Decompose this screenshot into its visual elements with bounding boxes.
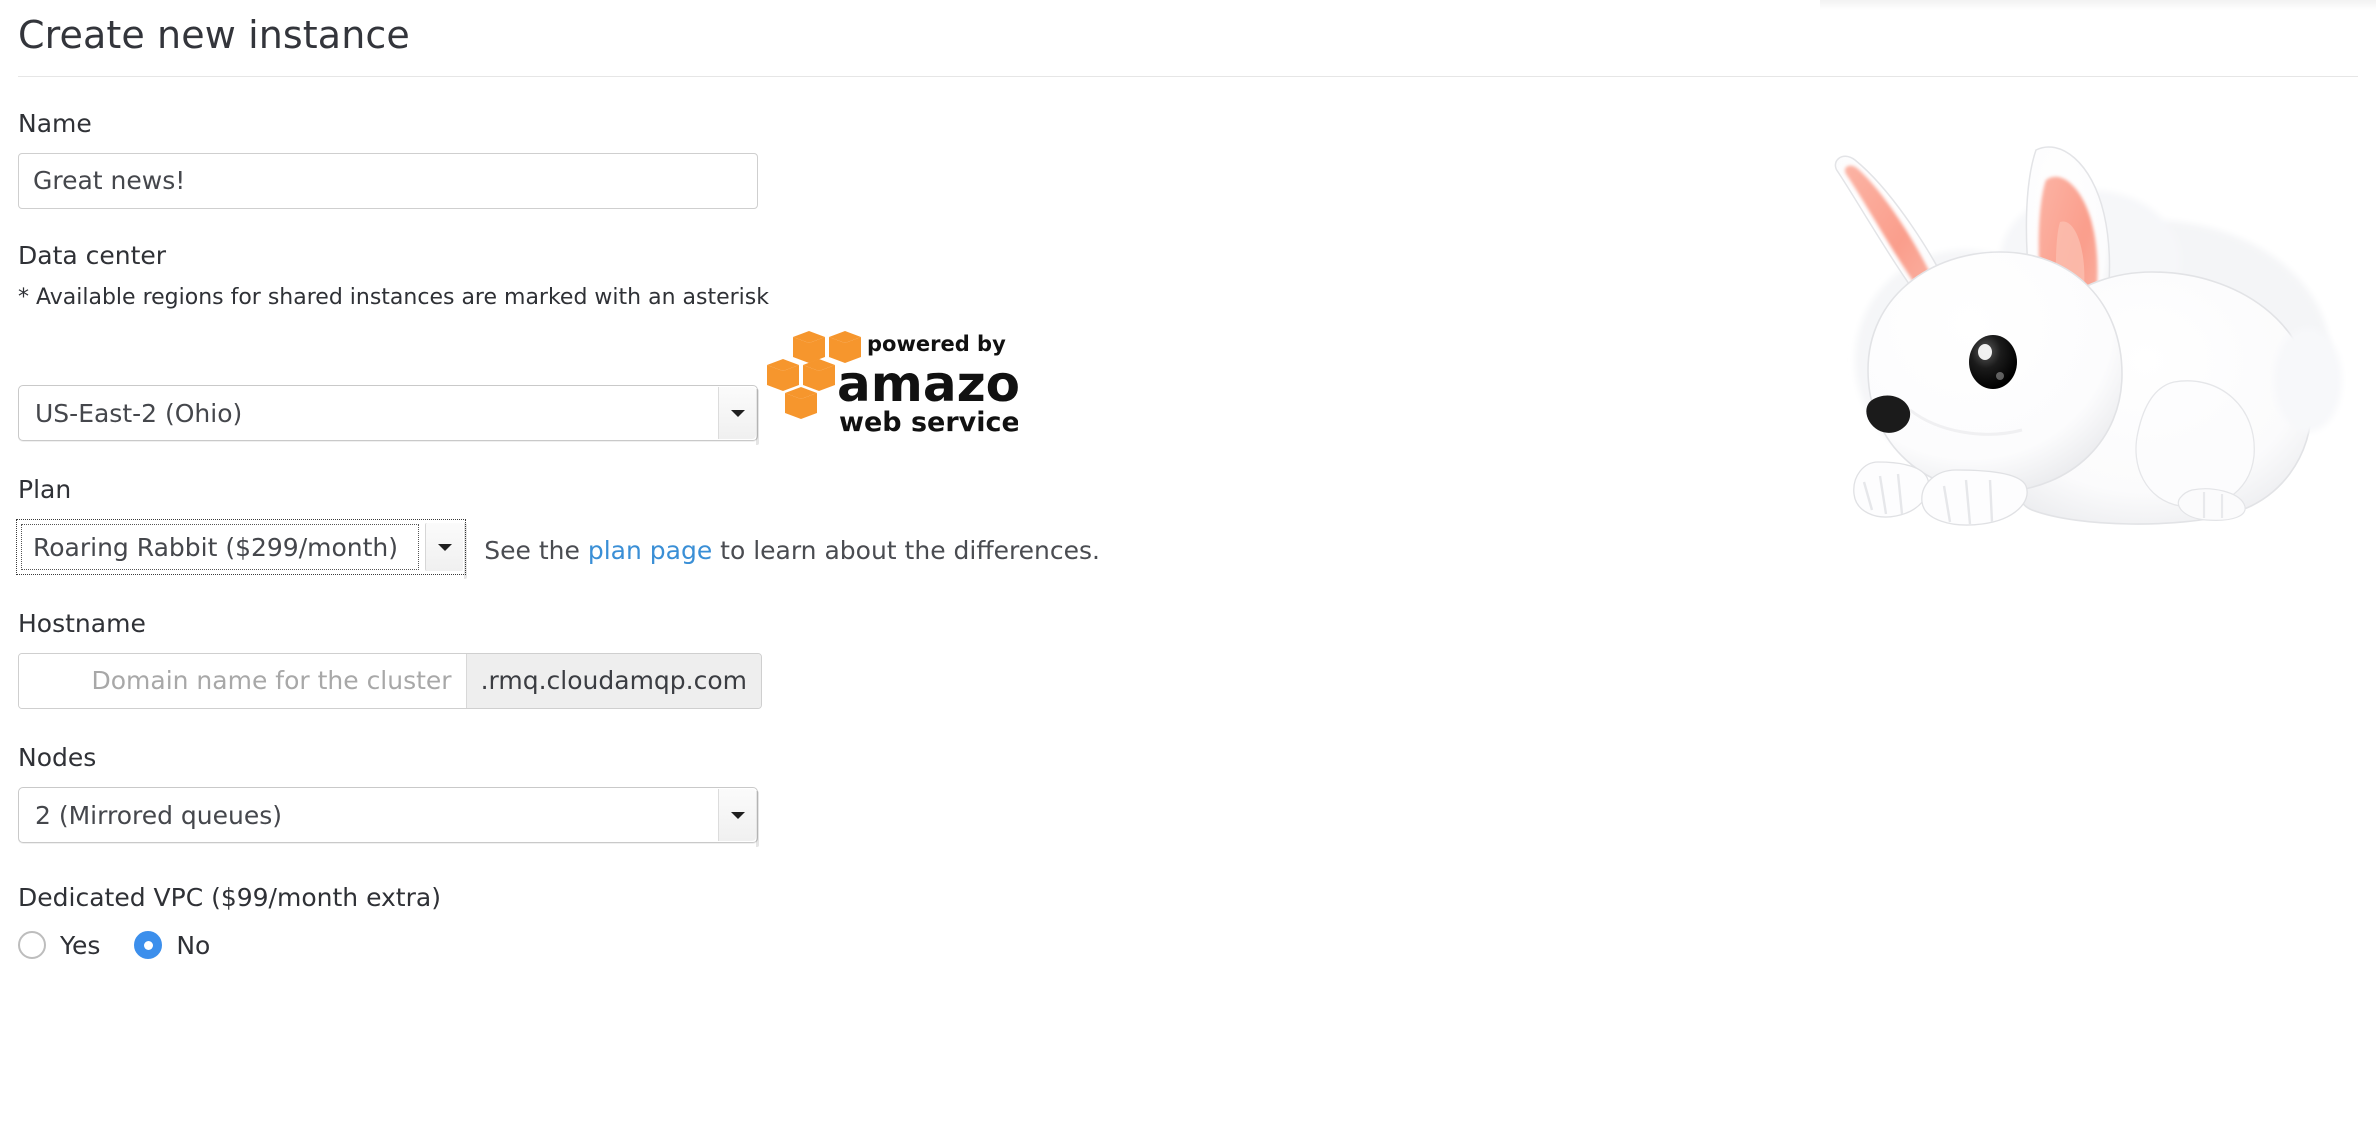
plan-help-text: See the plan page to learn about the dif… — [484, 536, 1100, 565]
aws-tagline-text: powered by — [867, 332, 1006, 356]
plan-page-link[interactable]: plan page — [588, 536, 712, 565]
field-name: Name — [18, 109, 1100, 209]
radio-checked-icon[interactable] — [134, 931, 163, 960]
name-label: Name — [18, 108, 92, 138]
data-center-note: * Available regions for shared instances… — [18, 284, 769, 310]
plan-select[interactable]: Roaring Rabbit ($299/month) — [16, 518, 468, 579]
field-data-center: Data center * Available regions for shar… — [18, 241, 1100, 445]
aws-powered-by-logo: powered by amazon web services — [767, 330, 1056, 438]
plan-label: Plan — [18, 474, 72, 504]
rabbit-nose — [1866, 395, 1911, 433]
field-nodes: Nodes 2 (Mirrored queues) — [18, 743, 1100, 847]
field-dedicated-vpc: Dedicated VPC ($99/month extra) Yes No — [18, 883, 1100, 960]
plan-help-prefix: See the — [484, 535, 588, 565]
rabbit-eye — [1969, 335, 2017, 389]
plan-selected-value: Roaring Rabbit ($299/month) — [33, 532, 399, 562]
vpc-radio-group: Yes No — [18, 931, 1100, 960]
nodes-select[interactable]: 2 (Mirrored queues) — [18, 786, 759, 847]
data-center-select[interactable]: US-East-2 (Ohio) — [18, 384, 759, 445]
plan-row: Roaring Rabbit ($299/month) See the plan… — [16, 505, 1100, 579]
plan-help-suffix: to learn about the differences. — [712, 535, 1100, 565]
vpc-label: Dedicated VPC ($99/month extra) — [18, 882, 441, 912]
white-rabbit-illustration — [1834, 146, 2342, 526]
aws-brand-text: amazon — [837, 355, 1018, 413]
radio-unchecked-icon[interactable] — [18, 931, 46, 960]
vpc-radio-no-label: No — [176, 930, 211, 960]
chevron-down-icon — [730, 409, 745, 417]
hostname-label: Hostname — [18, 608, 146, 638]
hostname-input[interactable] — [19, 653, 466, 708]
data-center-dropdown-button[interactable] — [718, 386, 756, 439]
field-plan: Plan Roaring Rabbit ($299/month) See the… — [16, 474, 1100, 579]
field-hostname: Hostname .rmq.cloudamqp.com — [18, 609, 1100, 709]
chevron-down-icon — [730, 811, 745, 819]
hostname-domain-suffix: .rmq.cloudamqp.com — [465, 653, 761, 708]
nodes-dropdown-button[interactable] — [718, 788, 756, 841]
data-center-selected-value: US-East-2 (Ohio) — [35, 398, 243, 428]
nodes-selected-value: 2 (Mirrored queues) — [35, 800, 283, 830]
create-instance-form: Name Data center * Available regions for… — [0, 109, 1100, 960]
rabbit-tail-fluff — [2274, 328, 2342, 432]
page-title: Create new instance — [18, 13, 410, 57]
title-divider — [18, 75, 2358, 77]
data-center-label: Data center — [18, 240, 167, 270]
plan-dropdown-button[interactable] — [425, 522, 464, 571]
name-input[interactable] — [18, 152, 758, 209]
chevron-down-icon — [437, 543, 452, 551]
hostname-input-group: .rmq.cloudamqp.com — [18, 652, 762, 709]
vpc-radio-no[interactable]: No — [134, 931, 210, 960]
create-instance-page: Create new instance Name Data center * A… — [0, 0, 2376, 1148]
vpc-radio-yes-label: Yes — [60, 930, 101, 960]
aws-sub-text: web services — [839, 407, 1018, 438]
nodes-label: Nodes — [18, 742, 97, 772]
vpc-radio-yes[interactable]: Yes — [18, 931, 100, 960]
